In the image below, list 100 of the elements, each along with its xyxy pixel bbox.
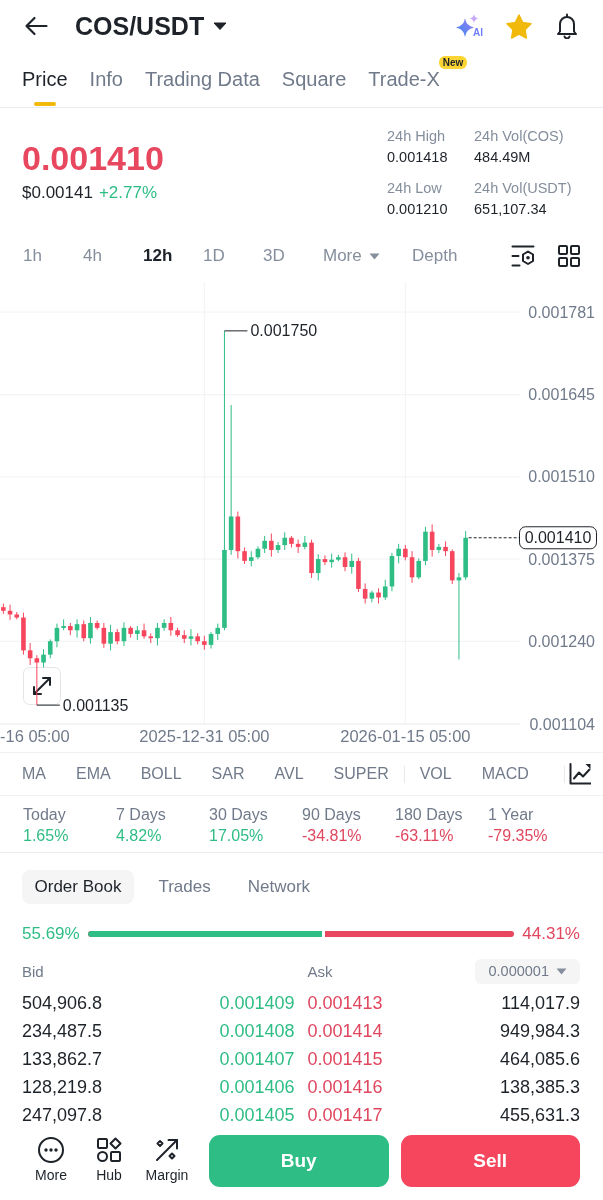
ask-price: 0.001414: [307, 1020, 383, 1043]
bid-share: 55.69%: [22, 924, 80, 944]
leader-line: [223, 330, 248, 332]
interval-option[interactable]: 1D: [203, 246, 225, 266]
indicator-option[interactable]: SUPER: [333, 765, 389, 783]
period-label: Today: [23, 805, 67, 825]
bid-price: 0.001407: [219, 1048, 295, 1071]
stat-label: 24h High: [387, 127, 447, 146]
indicator-option[interactable]: BOLL: [140, 765, 182, 783]
last-price: 0.001410: [22, 138, 164, 179]
leader-line: [36, 704, 61, 706]
more-icon[interactable]: [38, 1137, 64, 1163]
sell-button[interactable]: Sell: [400, 1135, 580, 1187]
axis-label: 0.001510: [528, 468, 595, 486]
indicator-option[interactable]: EMA: [76, 765, 111, 783]
new-badge: New: [438, 56, 468, 69]
usd-price: $0.00141: [22, 182, 93, 204]
period-change: -34.81%: [302, 826, 363, 846]
stat-value: 0.001210: [387, 200, 449, 219]
interval-option[interactable]: Depth: [412, 246, 458, 266]
bid-price: 0.001409: [219, 992, 295, 1015]
bid-amount: 504,906.8: [22, 992, 103, 1015]
period-label: 1 Year: [488, 805, 535, 825]
bid-amount: 133,862.7: [22, 1048, 103, 1071]
axis-label: 2026-01-15 05:00: [340, 727, 471, 745]
period-label: 30 Days: [209, 805, 269, 825]
column-header: Ask: [307, 962, 333, 980]
ask-amount: 949,984.3: [499, 1020, 580, 1043]
ask-amount: 138,385.3: [499, 1076, 580, 1099]
indicator-option[interactable]: VOL: [419, 765, 452, 783]
ask-price: 0.001413: [307, 992, 383, 1015]
grid-icon[interactable]: [558, 245, 580, 267]
interval-option[interactable]: 4h: [83, 246, 102, 266]
ask-amount: 455,631.3: [499, 1104, 580, 1127]
bid-price: 0.001406: [219, 1076, 295, 1099]
buy-button[interactable]: Buy: [209, 1135, 389, 1187]
tab[interactable]: Trade-X: [368, 52, 440, 107]
tab[interactable]: Info: [89, 52, 123, 107]
ask-amount: 464,085.6: [499, 1048, 580, 1071]
stat-value: 651,107.34: [474, 200, 548, 219]
tab[interactable]: Price: [22, 52, 68, 107]
bell-icon[interactable]: [555, 13, 579, 39]
shapes-icon[interactable]: [96, 1137, 122, 1163]
interval-option[interactable]: More: [323, 246, 380, 266]
axis-label: 0.001645: [528, 386, 595, 404]
order-book-tab[interactable]: Order Book: [22, 870, 134, 904]
indicator-option[interactable]: MACD: [481, 765, 529, 783]
period-label: 90 Days: [302, 805, 362, 825]
interval-option[interactable]: 3D: [263, 246, 285, 266]
precision-dropdown[interactable]: 0.000001: [474, 958, 580, 984]
stat-label: 24h Low: [387, 179, 443, 198]
interval-option[interactable]: 1h: [23, 246, 42, 266]
axis-label: 0.001375: [528, 550, 595, 568]
toolbar-button[interactable]: Margin: [138, 1137, 196, 1183]
ask-share: 44.31%: [522, 924, 580, 944]
indicator-option[interactable]: AVL: [274, 765, 304, 783]
indicator-option[interactable]: SAR: [211, 765, 245, 783]
period-change: 4.82%: [116, 826, 163, 846]
price-change: +2.77%: [98, 182, 158, 204]
column-header: Bid: [22, 962, 45, 980]
bid-price: 0.001408: [219, 1020, 295, 1043]
period-label: 180 Days: [395, 805, 464, 825]
axis-label: -16 05:00: [0, 727, 70, 745]
toolbar-button[interactable]: More: [22, 1137, 80, 1183]
tab[interactable]: Trading Data: [144, 52, 260, 107]
back-arrow-icon[interactable]: [24, 16, 48, 36]
ask-price: 0.001415: [307, 1048, 383, 1071]
ai-button[interactable]: AI: [455, 14, 483, 38]
diagonal-arrow-icon[interactable]: [154, 1137, 180, 1163]
axis-label: 0.001781: [528, 303, 595, 321]
axis-label: 0.001104: [529, 715, 595, 733]
stat-value: 484.49M: [474, 148, 532, 167]
order-book-tab[interactable]: Trades: [145, 870, 224, 904]
period-change: 17.05%: [209, 826, 265, 846]
ask-price: 0.001417: [307, 1104, 383, 1127]
tab[interactable]: Square: [281, 52, 347, 107]
chart-settings-icon[interactable]: [511, 245, 535, 267]
toolbar-button[interactable]: Hub: [80, 1137, 138, 1183]
ask-amount: 114,017.9: [501, 992, 580, 1015]
indicator-option[interactable]: MA: [22, 765, 46, 783]
interval-option[interactable]: 12h: [143, 246, 173, 266]
last-price-tag: 0.001410: [519, 526, 597, 550]
axis-label: 2025-12-31 05:00: [139, 727, 270, 745]
line-chart-icon[interactable]: [569, 763, 591, 785]
period-label: 7 Days: [116, 805, 167, 825]
ask-price: 0.001416: [307, 1076, 383, 1099]
price-annotation: 0.001750: [250, 322, 318, 340]
bid-amount: 234,487.5: [22, 1020, 103, 1043]
star-icon[interactable]: [505, 12, 533, 40]
order-book-tab[interactable]: Network: [235, 870, 323, 904]
price-annotation: 0.001135: [62, 696, 129, 714]
bid-amount: 247,097.8: [22, 1104, 103, 1127]
stat-value: 0.001418: [387, 148, 449, 167]
pair-selector[interactable]: COS/USDT: [75, 11, 228, 41]
period-change: 1.65%: [23, 826, 70, 846]
axis-label: 0.001240: [528, 632, 595, 650]
last-price-line: [468, 537, 520, 539]
stat-label: 24h Vol(COS): [474, 127, 565, 146]
expand-icon[interactable]: [23, 667, 61, 705]
caret-icon[interactable]: [213, 22, 228, 30]
